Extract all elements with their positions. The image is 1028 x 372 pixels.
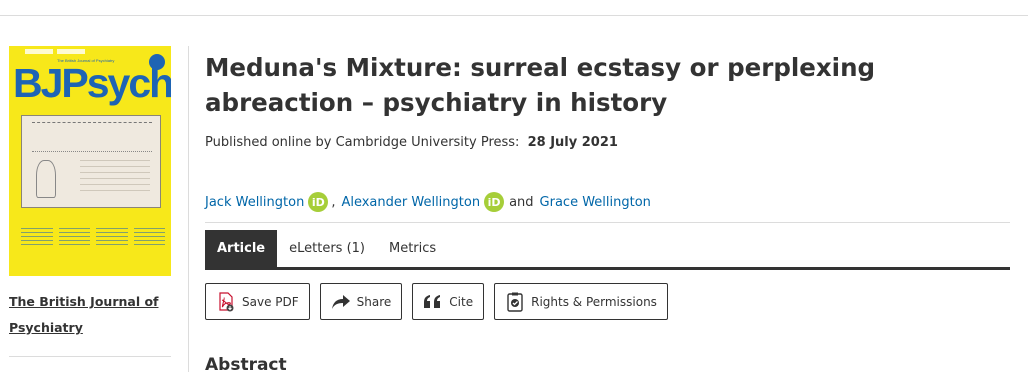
vertical-divider: [188, 46, 189, 372]
author-link-2[interactable]: Alexander Wellington: [341, 195, 480, 210]
cover-illustration: [21, 115, 161, 208]
article-title: Meduna's Mixture: surreal ecstasy or per…: [205, 53, 876, 117]
article-tabs: Article eLetters (1) Metrics: [205, 230, 1010, 270]
authors-divider: [205, 222, 1010, 223]
cover-emblem-icon: [149, 54, 165, 70]
orcid-icon[interactable]: iD: [308, 192, 329, 212]
author-link-1[interactable]: Jack Wellington: [205, 195, 304, 210]
share-label: Share: [356, 294, 392, 309]
journal-cover-image[interactable]: BJPsych The British Journal of Psychiatr…: [9, 46, 171, 276]
tab-metrics[interactable]: Metrics: [377, 230, 448, 267]
rights-label: Rights & Permissions: [531, 294, 657, 309]
cover-top-strip: [25, 49, 85, 54]
abstract-heading: Abstract: [205, 355, 287, 372]
quote-icon: [423, 292, 443, 312]
sidebar-divider: [9, 356, 171, 357]
tab-article[interactable]: Article: [205, 230, 278, 267]
cite-button[interactable]: Cite: [412, 283, 485, 320]
cover-logo: BJPsych: [13, 60, 171, 106]
author-conjunction: and: [509, 194, 534, 210]
cover-header-text: The British Journal of Psychiatry: [57, 58, 115, 63]
published-prefix: Published online by Cambridge University…: [205, 135, 520, 150]
cite-label: Cite: [449, 294, 474, 309]
author-separator: ,: [331, 194, 336, 210]
orcid-icon[interactable]: iD: [484, 192, 505, 212]
article-actions: Save PDF Share Cite Rights & Permissions: [205, 283, 668, 320]
author-link-3[interactable]: Grace Wellington: [540, 195, 651, 210]
pdf-download-icon: [216, 291, 236, 312]
article-main: Meduna's Mixture: surreal ecstasy or per…: [205, 50, 1015, 372]
published-date: 28 July 2021: [527, 135, 618, 150]
cover-contents-columns: [21, 228, 165, 248]
tab-eletters[interactable]: eLetters (1): [277, 230, 377, 267]
top-nav-bar: [0, 0, 1028, 16]
save-pdf-label: Save PDF: [242, 294, 299, 309]
author-list: Jack Wellington iD , Alexander Wellingto…: [205, 190, 651, 214]
share-arrow-icon: [331, 292, 351, 312]
rights-permissions-button[interactable]: Rights & Permissions: [494, 283, 668, 320]
journal-title-link[interactable]: The British Journal of Psychiatry: [9, 289, 185, 341]
share-button[interactable]: Share: [319, 283, 403, 320]
published-info: Published online by Cambridge University…: [205, 135, 618, 150]
save-pdf-button[interactable]: Save PDF: [205, 283, 310, 320]
permissions-icon: [505, 292, 525, 312]
